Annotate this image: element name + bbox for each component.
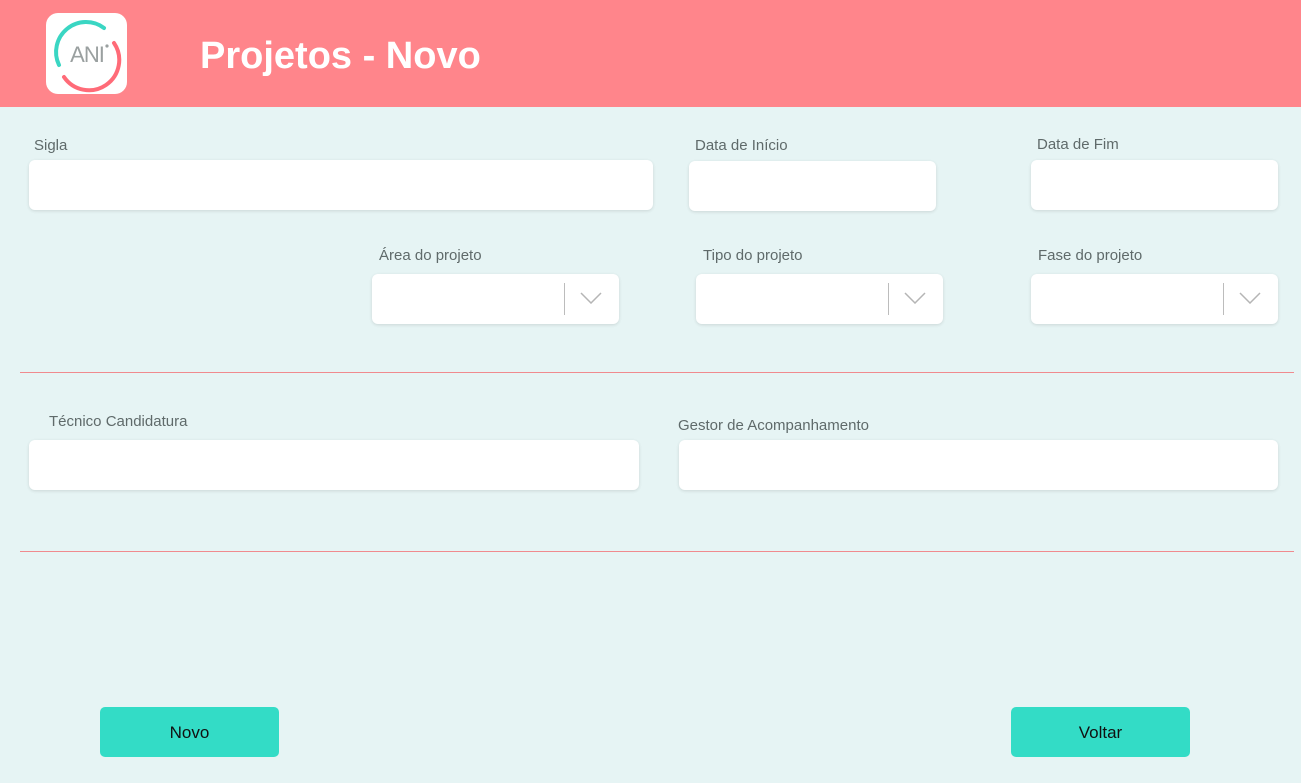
data-fim-label: Data de Fim — [1037, 136, 1119, 153]
section-divider — [20, 551, 1294, 552]
select-separator — [888, 283, 889, 315]
fase-projeto-select[interactable] — [1031, 274, 1278, 324]
data-inicio-label: Data de Início — [695, 137, 788, 154]
data-inicio-input[interactable] — [689, 161, 936, 211]
area-projeto-label: Área do projeto — [379, 247, 482, 264]
section-divider — [20, 372, 1294, 373]
chevron-down-icon[interactable] — [580, 292, 602, 304]
tecnico-candidatura-input[interactable] — [29, 440, 639, 490]
ani-logo-icon: ANI — [54, 20, 122, 93]
svg-text:ANI: ANI — [70, 42, 104, 67]
sigla-input[interactable] — [29, 160, 653, 210]
page: ANI Projetos - Novo Sigla Data de Início… — [0, 0, 1301, 783]
tecnico-candidatura-field[interactable] — [29, 440, 639, 490]
tipo-projeto-label: Tipo do projeto — [703, 247, 803, 264]
data-inicio-field[interactable] — [689, 161, 936, 211]
sigla-field[interactable] — [29, 160, 653, 210]
tipo-projeto-select[interactable] — [696, 274, 943, 324]
chevron-down-icon[interactable] — [904, 292, 926, 304]
gestor-acompanhamento-field[interactable] — [679, 440, 1278, 490]
area-projeto-select[interactable] — [372, 274, 619, 324]
fase-projeto-label: Fase do projeto — [1038, 247, 1143, 264]
gestor-acompanhamento-input[interactable] — [679, 440, 1278, 490]
voltar-button[interactable]: Voltar — [1011, 707, 1190, 757]
novo-button[interactable]: Novo — [100, 707, 279, 757]
gestor-acompanhamento-label: Gestor de Acompanhamento — [678, 417, 869, 434]
chevron-down-icon[interactable] — [1239, 292, 1261, 304]
data-fim-input[interactable] — [1031, 160, 1278, 210]
app-header: ANI Projetos - Novo — [0, 0, 1301, 107]
select-separator — [564, 283, 565, 315]
page-title: Projetos - Novo — [200, 35, 481, 77]
tecnico-candidatura-label: Técnico Candidatura — [49, 413, 188, 430]
ani-logo: ANI — [46, 13, 127, 94]
data-fim-field[interactable] — [1031, 160, 1278, 210]
sigla-label: Sigla — [34, 137, 68, 154]
select-separator — [1223, 283, 1224, 315]
